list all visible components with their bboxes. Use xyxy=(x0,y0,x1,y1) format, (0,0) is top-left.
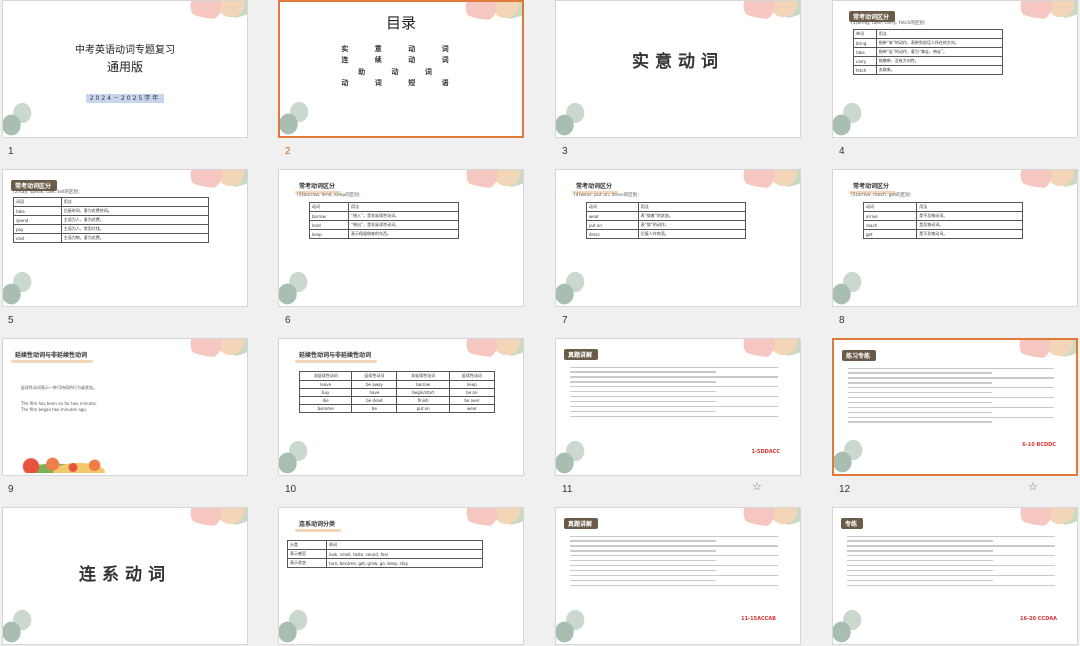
verb-table: 非延续性动词 延续性动词 非延续性动词 延续性动词 leave be away borro… xyxy=(298,371,496,413)
toc-item: 连 续 动 词 xyxy=(341,56,461,64)
slide-number: 8 xyxy=(839,315,845,326)
slide-subheading: (4)wear, put on, dress的区别： xyxy=(574,193,642,198)
section-title: 实意动词 xyxy=(632,52,724,72)
slide-header: 真题讲解 xyxy=(564,518,599,529)
slide-thumbnail-15[interactable]: 真题讲解 11-15ACCAB xyxy=(555,507,801,645)
slide-subheading: (1)bring, take, carry, fetch的区别： xyxy=(851,21,929,26)
slide-thumbnail-2[interactable]: 目录 实 意 动 词 连 续 动 词 助 动 词 动 词 短 语 xyxy=(278,0,524,138)
slide-number: 2 xyxy=(285,146,291,157)
flower-decoration xyxy=(185,1,247,19)
slide-thumbnail-5[interactable]: 常考动词区分 (2)say, speak, talk, tell的区别： 词语用… xyxy=(2,169,248,307)
slide-number: 11 xyxy=(562,484,573,495)
slide-header: 延续性动词与非延续性动词 xyxy=(11,349,94,363)
slide-number: 1 xyxy=(8,146,14,157)
slide-thumbnail-1[interactable]: 中考英语动词专题复习 通用版 2024－2025学年 xyxy=(2,0,248,138)
usage-table: 动词 用法 borrow “借入”，是非延续性动词。 lend “借出”，是非延续性动… xyxy=(309,202,460,239)
slide-header: 专练 xyxy=(841,518,864,529)
slide-thumbnail-12[interactable]: 练习专练 6-10 BCDDC xyxy=(832,338,1078,476)
usage-table: 词语 用法 take 后接时间，意为花费时间。 spend 主语为人，意为花费。 pa… xyxy=(13,197,210,243)
slide-title: 中考英语动词专题复习 xyxy=(75,45,175,56)
usage-table: 单词 用法 bring 指带“来”的动作，表带到说话人所在的方向。 take 指带“走… xyxy=(853,29,1004,75)
slide-subtitle: 通用版 xyxy=(106,60,143,74)
flower-decoration xyxy=(738,1,800,19)
toc-item: 实 意 动 词 xyxy=(341,44,461,53)
slide-subheading: (2)say, speak, talk, tell的区别： xyxy=(13,190,83,195)
toc-item: 动 词 短 语 xyxy=(341,79,461,87)
slide-thumbnail-14[interactable]: 连系动词分类 分类 例词 表示感官 look, smell, taste, soun… xyxy=(278,507,524,645)
section-title: 连系动词 xyxy=(79,565,171,585)
slide-number: 6 xyxy=(285,315,291,326)
question-lines xyxy=(848,364,1054,426)
slide-header: 练习专练 xyxy=(842,350,877,361)
toc-title: 目录 xyxy=(385,14,416,32)
slide-number: 9 xyxy=(8,484,14,495)
question-lines xyxy=(570,532,778,589)
leaf-decoration xyxy=(3,608,33,644)
slide-paragraph: 延续性动词表示一种可持续的行为或状态。 xyxy=(21,385,97,390)
star-icon[interactable]: ☆ xyxy=(752,480,762,493)
answer-tag: 6-10 BCDDC xyxy=(1022,442,1056,448)
slide-number: 5 xyxy=(8,315,14,326)
toc-item: 助 动 词 xyxy=(358,67,444,76)
slide-number: 3 xyxy=(562,146,568,157)
category-table: 分类 例词 表示感官 look, smell, taste, sound, feel… xyxy=(286,540,483,568)
slide-thumbnail-16[interactable]: 专练 16-20 CCDAA xyxy=(832,507,1078,645)
flower-illustration xyxy=(19,451,139,473)
slide-thumbnail-3[interactable]: 实意动词 xyxy=(555,0,801,138)
slide-subheading: (3)borrow, lend, keep的区别： xyxy=(297,193,364,198)
usage-table: 动词 用法 arrive 是不及物动词。 reach 是及物动词。 get 是不及物动词… xyxy=(862,202,1023,239)
flower-decoration xyxy=(185,508,247,526)
usage-table: 动词 用法 wear 表“穿着”的状态。 put on 表“穿”的动作。 dress 后… xyxy=(586,202,747,239)
slide-number: 12 xyxy=(839,484,851,495)
slide-subheading: (5)arrive, reach, get的区别： xyxy=(851,193,915,198)
slide-header: 延续性动词与非延续性动词 xyxy=(295,349,378,363)
slide-number: 10 xyxy=(285,484,297,495)
slide-thumbnail-7[interactable]: 常考动词区分 (4)wear, put on, dress的区别： 动词 用法 w… xyxy=(555,169,801,307)
answer-tag: 11-15ACCAB xyxy=(741,616,776,622)
slide-number: 4 xyxy=(839,146,845,157)
leaf-decoration xyxy=(280,100,310,136)
question-lines xyxy=(570,363,778,420)
slide-thumbnail-9[interactable]: 延续性动词与非延续性动词 延续性动词表示一种可持续的行为或状态。 The fil… xyxy=(2,338,248,476)
question-lines xyxy=(847,532,1055,589)
star-icon[interactable]: ☆ xyxy=(1028,480,1038,493)
slide-thumbnail-8[interactable]: 常考动词区分 (5)arrive, reach, get的区别： 动词 用法 ar… xyxy=(832,169,1078,307)
leaf-decoration xyxy=(3,101,33,137)
leaf-decoration xyxy=(556,101,586,137)
answer-tag: 1-5DDACC xyxy=(751,449,780,455)
slide-header: 真题讲解 xyxy=(564,349,599,360)
slide-example: The film began two minutes ago. xyxy=(21,407,87,412)
slide-thumbnail-13[interactable]: 连系动词 xyxy=(2,507,248,645)
slide-thumbnail-4[interactable]: 常考动词区分 (1)bring, take, carry, fetch的区别： … xyxy=(832,0,1078,138)
slide-thumbnail-10[interactable]: 延续性动词与非延续性动词 非延续性动词 延续性动词 非延续性动词 延续性动词 leav… xyxy=(278,338,524,476)
slide-number: 7 xyxy=(562,315,568,326)
slide-header: 连系动词分类 xyxy=(295,518,342,532)
slide-date: 2024－2025学年 xyxy=(85,94,165,103)
answer-tag: 16-20 CCDAA xyxy=(1020,616,1057,622)
slide-thumbnail-11[interactable]: 真题讲解 1-5DDACC xyxy=(555,338,801,476)
slide-thumbnail-6[interactable]: 常考动词区分 (3)borrow, lend, keep的区别： 动词 用法 bo… xyxy=(278,169,524,307)
